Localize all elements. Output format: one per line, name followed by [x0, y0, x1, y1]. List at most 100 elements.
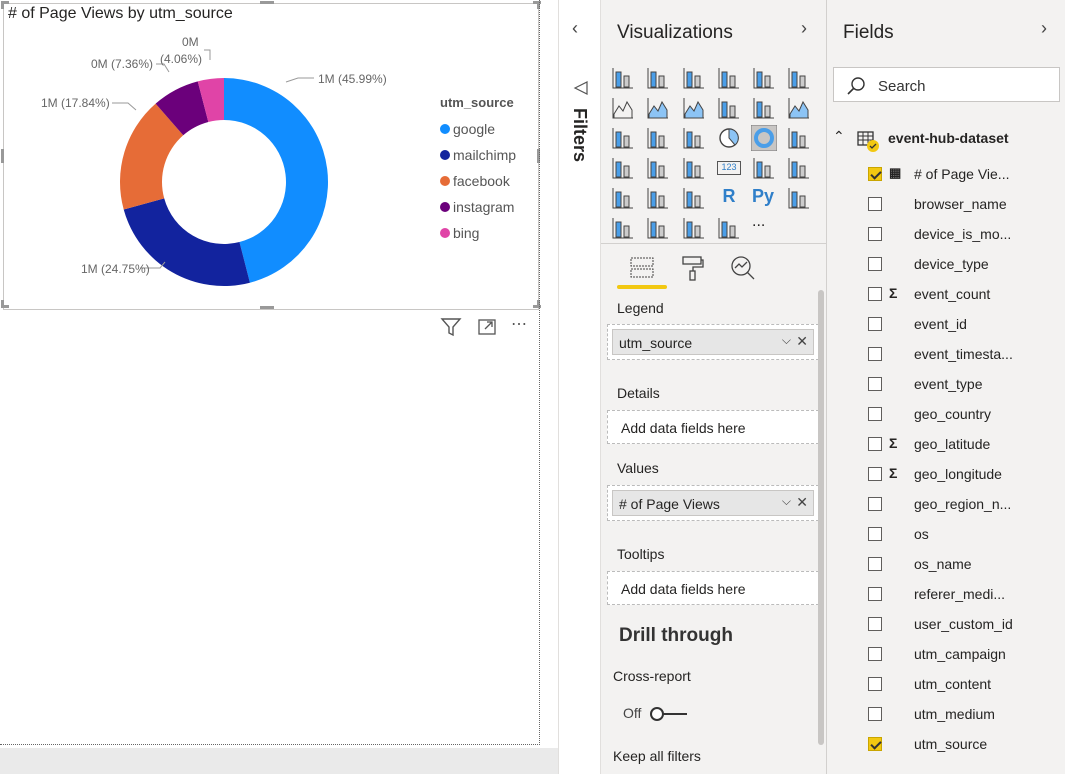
chevron-down-icon[interactable]: ⌵: [782, 333, 791, 348]
chevron-left-icon[interactable]: ‹: [572, 18, 578, 39]
field-checkbox[interactable]: [868, 287, 882, 301]
100-stacked-bar-visual-icon[interactable]: [752, 66, 776, 90]
field-checkbox[interactable]: [868, 497, 882, 511]
line-stacked-column-visual-icon[interactable]: [752, 96, 776, 120]
field-checkbox[interactable]: [868, 527, 882, 541]
card-visual-icon[interactable]: 123: [717, 156, 741, 180]
100-stacked-column-visual-icon[interactable]: [787, 66, 811, 90]
scatter-visual-icon[interactable]: [682, 126, 706, 150]
field-checkbox[interactable]: [868, 407, 882, 421]
field-item[interactable]: ▦ # of Page Vie...: [827, 160, 1065, 190]
chevron-down-icon[interactable]: ⌵: [782, 494, 791, 509]
tooltips-well[interactable]: Add data fields here: [607, 571, 819, 605]
area-visual-icon[interactable]: [646, 96, 670, 120]
field-checkbox[interactable]: [868, 587, 882, 601]
legend-item-mailchimp[interactable]: mailchimp: [440, 142, 516, 168]
field-checkbox[interactable]: [868, 347, 882, 361]
clustered-bar-visual-icon[interactable]: [682, 66, 706, 90]
field-checkbox[interactable]: [868, 647, 882, 661]
field-checkbox[interactable]: [868, 197, 882, 211]
python-visual-visual-icon[interactable]: Py: [752, 186, 776, 210]
field-checkbox[interactable]: [868, 167, 882, 181]
multi-row-card-visual-icon[interactable]: [752, 156, 776, 180]
filter-icon[interactable]: [440, 316, 462, 343]
legend-field-pill[interactable]: utm_source ⌵ ✕: [612, 329, 814, 355]
waterfall-visual-icon[interactable]: [611, 126, 635, 150]
treemap-visual-icon[interactable]: [787, 126, 811, 150]
fields-tab-icon[interactable]: [629, 255, 655, 286]
field-item[interactable]: os: [827, 520, 1065, 550]
legend-item-facebook[interactable]: facebook: [440, 168, 516, 194]
map-visual-icon[interactable]: [611, 156, 635, 180]
table-visual-icon[interactable]: [646, 186, 670, 210]
field-item[interactable]: user_custom_id: [827, 610, 1065, 640]
field-checkbox[interactable]: [868, 227, 882, 241]
dataset-name[interactable]: event-hub-dataset: [888, 130, 1009, 146]
decomposition-tree-visual-icon[interactable]: [611, 216, 635, 240]
format-paint-roller-icon[interactable]: [681, 255, 705, 286]
field-item[interactable]: referer_medi...: [827, 580, 1065, 610]
field-checkbox[interactable]: [868, 707, 882, 721]
power-apps-visual-icon[interactable]: [717, 216, 741, 240]
field-item[interactable]: device_is_mo...: [827, 220, 1065, 250]
field-item[interactable]: utm_content: [827, 670, 1065, 700]
remove-icon[interactable]: ✕: [796, 333, 808, 350]
stacked-area-visual-icon[interactable]: [682, 96, 706, 120]
funnel-visual-icon[interactable]: [646, 126, 670, 150]
line-visual-icon[interactable]: [611, 96, 635, 120]
cross-report-toggle[interactable]: [649, 706, 689, 722]
legend-item-instagram[interactable]: instagram: [440, 194, 516, 220]
donut-visual-icon[interactable]: [750, 124, 778, 152]
field-item[interactable]: Σgeo_latitude: [827, 430, 1065, 460]
stacked-column-visual-icon[interactable]: [646, 66, 670, 90]
field-item[interactable]: event_type: [827, 370, 1065, 400]
gauge-visual-icon[interactable]: [682, 156, 706, 180]
field-item[interactable]: os_name: [827, 550, 1065, 580]
field-item[interactable]: utm_campaign: [827, 640, 1065, 670]
field-item[interactable]: utm_medium: [827, 700, 1065, 730]
legend-item-google[interactable]: google: [440, 116, 516, 142]
remove-icon[interactable]: ✕: [796, 494, 808, 511]
slicer-visual-icon[interactable]: [611, 186, 635, 210]
matrix-visual-icon[interactable]: [682, 186, 706, 210]
fields-search-input[interactable]: Search: [833, 67, 1060, 102]
field-item[interactable]: geo_country: [827, 400, 1065, 430]
field-item[interactable]: geo_region_n...: [827, 490, 1065, 520]
field-item[interactable]: event_id: [827, 310, 1065, 340]
details-well[interactable]: Add data fields here: [607, 410, 819, 444]
kpi-visual-icon[interactable]: [787, 156, 811, 180]
chevron-right-icon[interactable]: ›: [801, 18, 807, 39]
r-visual-visual-icon[interactable]: R: [717, 186, 741, 210]
field-checkbox[interactable]: [868, 257, 882, 271]
ribbon-visual-icon[interactable]: [787, 96, 811, 120]
filled-map-visual-icon[interactable]: [646, 156, 670, 180]
field-item[interactable]: device_type: [827, 250, 1065, 280]
field-checkbox[interactable]: [868, 677, 882, 691]
more-options-icon[interactable]: ⋯: [511, 314, 527, 334]
field-item[interactable]: browser_name: [827, 190, 1065, 220]
field-checkbox[interactable]: [868, 617, 882, 631]
collapse-chevron-icon[interactable]: ⌃: [833, 128, 845, 145]
chevron-right-icon[interactable]: ›: [1041, 18, 1047, 39]
values-field-pill[interactable]: # of Page Views ⌵ ✕: [612, 490, 814, 516]
field-item[interactable]: Σevent_count: [827, 280, 1065, 310]
clustered-column-visual-icon[interactable]: [717, 66, 741, 90]
values-well[interactable]: # of Page Views ⌵ ✕: [607, 485, 819, 521]
analytics-magnifier-icon[interactable]: [729, 254, 757, 287]
arcgis-visual-icon[interactable]: [682, 216, 706, 240]
field-checkbox[interactable]: [868, 317, 882, 331]
focus-mode-icon[interactable]: [477, 317, 497, 342]
line-clustered-column-visual-icon[interactable]: [717, 96, 741, 120]
key-influencers-visual-icon[interactable]: [787, 186, 811, 210]
field-item[interactable]: utm_source: [827, 730, 1065, 760]
field-checkbox[interactable]: [868, 737, 882, 751]
field-item[interactable]: Σgeo_longitude: [827, 460, 1065, 490]
stacked-bar-visual-icon[interactable]: [611, 66, 635, 90]
field-checkbox[interactable]: [868, 557, 882, 571]
viz-pane-scrollbar[interactable]: [818, 290, 824, 745]
pie-visual-icon[interactable]: [717, 126, 741, 150]
field-checkbox[interactable]: [868, 377, 882, 391]
field-checkbox[interactable]: [868, 437, 882, 451]
filters-pane-collapsed[interactable]: ‹ Filters: [558, 0, 600, 774]
field-checkbox[interactable]: [868, 467, 882, 481]
